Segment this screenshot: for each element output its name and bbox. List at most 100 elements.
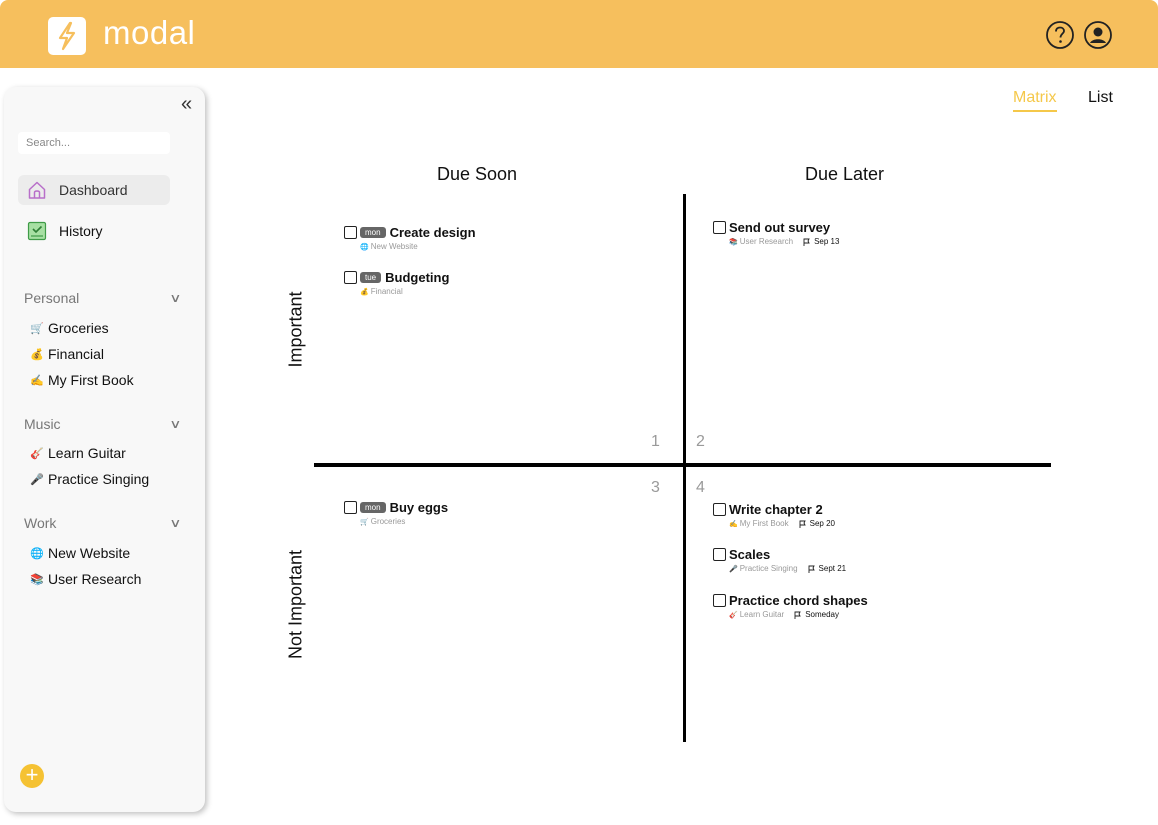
sidebar-project-practice-singing[interactable]: 🎤 Practice Singing <box>30 471 149 487</box>
microphone-icon: 🎤 <box>30 473 44 486</box>
chevron-down-icon[interactable]: ∨ <box>169 291 181 305</box>
due-date-label: Someday <box>805 610 839 619</box>
tab-list[interactable]: List <box>1088 89 1113 107</box>
app-name: modal <box>103 14 196 51</box>
task-checkbox[interactable] <box>344 501 357 514</box>
task-checkbox[interactable] <box>344 226 357 239</box>
matrix-vertical-axis <box>683 194 686 742</box>
history-checklist-icon <box>27 221 47 241</box>
due-date: Sep 13 <box>803 237 839 246</box>
task-checkbox[interactable] <box>713 548 726 561</box>
quadrant-number: 1 <box>651 433 660 450</box>
cart-icon: 🛒 <box>360 518 369 526</box>
matrix-horizontal-axis <box>314 463 1051 467</box>
task-project: Practice Singing <box>739 564 798 573</box>
section-work[interactable]: Work ∨ <box>24 515 182 531</box>
task-checkbox[interactable] <box>344 271 357 284</box>
task-checkbox[interactable] <box>713 221 726 234</box>
flag-icon <box>808 565 815 573</box>
project-label: New Website <box>48 545 131 561</box>
task-project: Learn Guitar <box>739 610 785 619</box>
project-label: Practice Singing <box>48 471 150 487</box>
guitar-icon: 🎸 <box>30 447 44 460</box>
task-item: Send out survey 📚 User Research Sep 13 <box>713 220 839 246</box>
task-title[interactable]: Buy eggs <box>390 500 449 515</box>
row-heading-important: Important <box>285 291 306 368</box>
sidebar-project-groceries[interactable]: 🛒 Groceries <box>30 320 109 336</box>
tab-matrix[interactable]: Matrix <box>1013 89 1057 112</box>
quadrant-number: 2 <box>696 433 705 450</box>
money-bag-icon: 💰 <box>30 348 44 361</box>
day-badge: tue <box>360 272 382 283</box>
project-label: Financial <box>48 346 105 362</box>
task-checkbox[interactable] <box>713 594 726 607</box>
task-item: mon Buy eggs 🛒 Groceries <box>344 500 448 526</box>
project-label: User Research <box>48 571 142 587</box>
books-icon: 📚 <box>30 573 44 586</box>
task-title[interactable]: Scales <box>729 547 770 562</box>
task-project: User Research <box>739 237 794 246</box>
column-heading-due-soon: Due Soon <box>437 164 518 184</box>
column-heading-due-later: Due Later <box>805 164 885 184</box>
user-profile-icon[interactable] <box>1083 20 1113 50</box>
day-badge: mon <box>360 227 386 238</box>
task-title[interactable]: Create design <box>390 225 476 240</box>
sidebar-project-user-research[interactable]: 📚 User Research <box>30 571 141 587</box>
section-title: Music <box>24 416 61 432</box>
flag-icon <box>803 238 810 246</box>
section-title: Personal <box>24 290 80 306</box>
writing-hand-icon: ✍ <box>30 374 44 387</box>
chevron-down-icon[interactable]: ∨ <box>169 516 181 530</box>
sidebar-project-my-first-book[interactable]: ✍ My First Book <box>30 372 133 388</box>
due-date-label: Sep 20 <box>809 519 835 528</box>
section-personal[interactable]: Personal ∨ <box>24 290 182 306</box>
sidebar-project-financial[interactable]: 💰 Financial <box>30 346 104 362</box>
project-label: Learn Guitar <box>48 445 126 461</box>
cart-icon: 🛒 <box>30 322 44 335</box>
task-item: mon Create design 🌐 New Website <box>344 225 476 251</box>
task-project: New Website <box>370 242 418 251</box>
task-checkbox[interactable] <box>713 503 726 516</box>
task-item: tue Budgeting 💰 Financial <box>344 270 449 296</box>
task-title[interactable]: Send out survey <box>729 220 830 235</box>
quadrant-number: 3 <box>651 479 660 496</box>
section-title: Work <box>24 515 57 531</box>
globe-icon: 🌐 <box>30 547 44 560</box>
task-item: Write chapter 2 ✍ My First Book Sep 20 <box>713 502 835 528</box>
chevron-down-icon[interactable]: ∨ <box>169 417 181 431</box>
sidebar-item-label: History <box>59 223 103 239</box>
books-icon: 📚 <box>729 238 738 246</box>
row-heading-not-important: Not Important <box>285 549 306 660</box>
due-date: Sep 20 <box>799 519 835 528</box>
task-item: Practice chord shapes 🎸 Learn Guitar Som… <box>713 593 868 619</box>
money-bag-icon: 💰 <box>360 288 369 296</box>
sidebar-project-new-website[interactable]: 🌐 New Website <box>30 545 130 561</box>
sidebar-item-label: Dashboard <box>59 182 128 198</box>
task-project: Financial <box>370 287 403 296</box>
add-project-button[interactable]: + <box>20 764 44 788</box>
microphone-icon: 🎤 <box>729 565 738 573</box>
flag-icon <box>799 520 806 528</box>
sidebar: « Dashboard History Personal ∨ 🛒 Groceri… <box>4 87 205 812</box>
sidebar-item-dashboard[interactable]: Dashboard <box>18 175 170 205</box>
task-project: My First Book <box>739 519 789 528</box>
guitar-icon: 🎸 <box>729 611 738 619</box>
search-input[interactable] <box>18 132 170 154</box>
task-title[interactable]: Budgeting <box>385 270 449 285</box>
task-title[interactable]: Write chapter 2 <box>729 502 823 517</box>
project-label: Groceries <box>48 320 109 336</box>
day-badge: mon <box>360 502 386 513</box>
task-title[interactable]: Practice chord shapes <box>729 593 868 608</box>
lightning-logo-icon[interactable] <box>48 17 86 55</box>
sidebar-item-history[interactable]: History <box>18 217 170 245</box>
flag-icon <box>794 611 801 619</box>
help-icon[interactable] <box>1045 20 1075 50</box>
sidebar-project-learn-guitar[interactable]: 🎸 Learn Guitar <box>30 445 126 461</box>
due-date: Someday <box>794 610 839 619</box>
home-icon <box>28 181 46 199</box>
app-header: modal <box>0 0 1158 68</box>
section-music[interactable]: Music ∨ <box>24 416 182 432</box>
collapse-sidebar-icon[interactable]: « <box>181 93 192 116</box>
quadrant-number: 4 <box>696 479 705 496</box>
globe-icon: 🌐 <box>360 243 369 251</box>
